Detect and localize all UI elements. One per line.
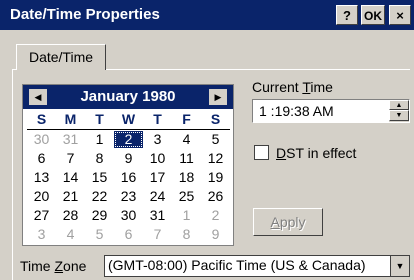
calendar-day[interactable]: 23: [114, 188, 143, 205]
calendar-header: ◀ January 1980 ▶: [23, 85, 233, 109]
time-zone-value: (GMT-08:00) Pacific Time (US & Canada): [108, 257, 366, 273]
calendar-day[interactable]: 12: [201, 150, 230, 167]
weekday-label: W: [121, 111, 136, 127]
calendar-day[interactable]: 20: [27, 188, 56, 205]
calendar-day[interactable]: 15: [85, 169, 114, 186]
calendar-day[interactable]: 1: [172, 207, 201, 224]
dst-label[interactable]: DST in effect: [276, 145, 356, 161]
window-title: Date/Time Properties: [10, 6, 160, 23]
ok-button[interactable]: OK: [361, 5, 385, 25]
calendar-day[interactable]: 30: [27, 131, 56, 148]
dst-checkbox[interactable]: [254, 145, 269, 160]
calendar-day[interactable]: 24: [143, 188, 172, 205]
time-zone-select[interactable]: (GMT-08:00) Pacific Time (US & Canada) ▼: [104, 255, 410, 277]
weekday-label: S: [36, 111, 47, 127]
calendar-day[interactable]: 28: [56, 207, 85, 224]
calendar-day[interactable]: 2: [201, 207, 230, 224]
calendar-day[interactable]: 27: [27, 207, 56, 224]
calendar-day[interactable]: 31: [56, 131, 85, 148]
calendar-day[interactable]: 5: [85, 226, 114, 243]
calendar-day[interactable]: 7: [143, 226, 172, 243]
calendar-day[interactable]: 5: [201, 131, 230, 148]
time-field[interactable]: 1 :19:38 AM ▲ ▼: [252, 99, 410, 123]
calendar-day[interactable]: 9: [201, 226, 230, 243]
calendar-day[interactable]: 21: [56, 188, 85, 205]
calendar-day[interactable]: 18: [172, 169, 201, 186]
spin-down-icon[interactable]: ▼: [389, 110, 409, 121]
month-calendar: ◀ January 1980 ▶ SMTWTFS 30 31 1 2 3 4 5 6 7 8 9 10…: [22, 84, 234, 246]
tab-date-time[interactable]: Date/Time: [16, 44, 106, 70]
close-button[interactable]: ×: [389, 5, 411, 25]
calendar-day[interactable]: 6: [27, 150, 56, 167]
weekday-header: SMTWTFS: [27, 111, 230, 130]
calendar-day[interactable]: 17: [143, 169, 172, 186]
calendar-day[interactable]: 26: [201, 188, 230, 205]
time-spinner[interactable]: ▲ ▼: [389, 100, 409, 122]
weekday-label: M: [64, 111, 77, 127]
time-value[interactable]: 1 :19:38 AM: [259, 103, 334, 119]
calendar-day[interactable]: 22: [85, 188, 114, 205]
calendar-day[interactable]: 11: [172, 150, 201, 167]
calendar-day[interactable]: 30: [114, 207, 143, 224]
calendar-day[interactable]: 16: [114, 169, 143, 186]
weekday-label: T: [153, 111, 162, 127]
calendar-day[interactable]: 14: [56, 169, 85, 186]
calendar-day[interactable]: 7: [56, 150, 85, 167]
calendar-day[interactable]: 3: [143, 131, 172, 148]
calendar-day[interactable]: 1: [85, 131, 114, 148]
calendar-day[interactable]: 29: [85, 207, 114, 224]
calendar-day[interactable]: 9: [114, 150, 143, 167]
title-bar: Date/Time Properties ? OK ×: [0, 0, 414, 30]
time-zone-label: Time Zone: [20, 258, 87, 274]
help-button[interactable]: ?: [336, 5, 358, 25]
calendar-day[interactable]: 4: [56, 226, 85, 243]
current-time-label: Current Time: [252, 79, 333, 95]
month-label[interactable]: January 1980: [53, 88, 203, 105]
calendar-day[interactable]: 10: [143, 150, 172, 167]
weekday-label: F: [182, 111, 191, 127]
calendar-day[interactable]: 13: [27, 169, 56, 186]
calendar-day[interactable]: 8: [85, 150, 114, 167]
weekday-label: S: [210, 111, 221, 127]
dropdown-arrow-icon[interactable]: ▼: [390, 256, 409, 276]
prev-month-button[interactable]: ◀: [29, 89, 47, 105]
calendar-day[interactable]: 8: [172, 226, 201, 243]
spin-up-icon[interactable]: ▲: [389, 100, 409, 110]
calendar-day[interactable]: 31: [143, 207, 172, 224]
calendar-day[interactable]: 3: [27, 226, 56, 243]
calendar-day[interactable]: 6: [114, 226, 143, 243]
apply-button[interactable]: Apply: [253, 208, 323, 236]
calendar-day[interactable]: 2: [114, 131, 143, 148]
calendar-day[interactable]: 19: [201, 169, 230, 186]
calendar-day[interactable]: 25: [172, 188, 201, 205]
calendar-day[interactable]: 4: [172, 131, 201, 148]
next-month-button[interactable]: ▶: [209, 89, 227, 105]
weekday-label: T: [95, 111, 104, 127]
